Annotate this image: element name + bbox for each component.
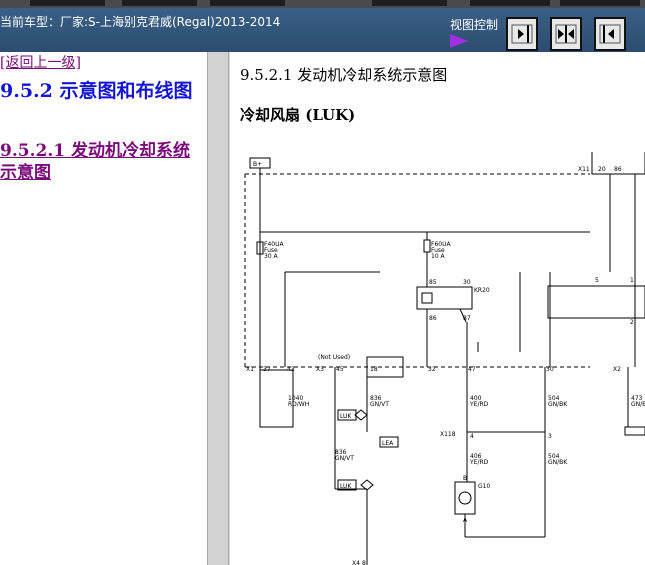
wire-473-end <box>624 426 645 436</box>
label-conn-x1: X1 <box>246 366 254 373</box>
label-wire-400-color: YE/RD <box>469 401 489 408</box>
fuse-f60ua <box>423 239 431 253</box>
relay-coil <box>421 292 433 304</box>
label-motor-a: A <box>463 517 468 524</box>
label-luk1: LUK <box>340 413 352 420</box>
content-subsection-title: 冷却风扇 (LUK) <box>240 106 356 124</box>
label-pin-86: 86 <box>614 166 622 173</box>
label-motor-b: B <box>463 475 467 482</box>
label-relay: KR20 <box>474 287 490 294</box>
label-relay-30: 30 <box>463 279 471 286</box>
relay-box <box>416 286 473 310</box>
motor-box <box>454 481 476 515</box>
content-section-title: 9.5.2.1 发动机冷却系统示意图 <box>240 66 448 84</box>
view-control-label: 视图控制 <box>450 18 499 32</box>
label-pin-30: 30 <box>546 366 554 373</box>
label-relay-85: 85 <box>429 279 437 286</box>
module-boundary <box>244 173 590 368</box>
content-pane: 9.5.2.1 发动机冷却系统示意图 冷却风扇 (LUK) B+ F40UA F… <box>230 52 645 565</box>
label-wire-406-color: YE/RD <box>469 459 489 466</box>
toolbar-segment <box>372 0 447 6</box>
subsection-link[interactable]: 9.5.2.1 发动机冷却系统示意图 <box>0 140 205 184</box>
toolbar-segment <box>30 0 105 6</box>
label-conn-x4: X4 <box>352 560 360 565</box>
toolbar-segment <box>560 0 640 6</box>
label-not-used: (Not Used) <box>318 354 350 361</box>
view-arrow-icon[interactable] <box>450 34 468 48</box>
view-right-button[interactable] <box>506 17 538 51</box>
view-split-icon <box>555 24 577 44</box>
toolbar-segment <box>470 0 550 6</box>
wiring-diagram: B+ F40UA Fuse 30 A F60UA Fuse 10 A KR20 … <box>244 152 645 565</box>
label-conn-x118: X118 <box>440 431 456 438</box>
view-left-icon <box>599 24 621 44</box>
label-fuse2-rating: 10 A <box>431 253 446 260</box>
label-pin-8: 8 <box>362 560 366 565</box>
relay-right-box <box>547 285 645 319</box>
label-pin-43: 43 <box>287 366 295 373</box>
top-strip <box>0 0 645 8</box>
label-motor-id: G10 <box>478 483 490 490</box>
label-pin-47: 47 <box>468 366 476 373</box>
label-pin-4: 4 <box>470 433 474 440</box>
view-right-icon <box>511 24 533 44</box>
toolbar-segment <box>122 0 197 6</box>
label-conn-x11: X11 <box>578 166 590 173</box>
label-pin-37: 37 <box>263 366 271 373</box>
label-pin-5: 5 <box>595 277 599 284</box>
label-pin-1: 1 <box>630 277 634 284</box>
label-pin-2: 2 <box>630 319 634 326</box>
label-fuse1-rating: 30 A <box>264 253 279 260</box>
label-conn-x2: X2 <box>613 366 621 373</box>
luk1-diamond <box>354 409 368 421</box>
label-wire-1040-color: RD/WH <box>288 401 309 408</box>
back-link[interactable]: [返回上一级] <box>0 52 81 72</box>
motor-icon <box>458 491 472 505</box>
section-heading: 9.5.2 示意图和布线图 <box>0 80 193 102</box>
label-pin-32: 32 <box>428 366 436 373</box>
label-battery: B+ <box>253 161 262 168</box>
vertical-scrollbar[interactable] <box>207 52 229 565</box>
label-wire-473-color: GN/BK <box>631 401 645 408</box>
label-pin-20: 20 <box>598 166 606 173</box>
view-split-button[interactable] <box>550 17 582 51</box>
label-pin-45: 45 <box>336 366 344 373</box>
label-relay-87: 87 <box>463 315 471 322</box>
label-wire-504a-color: GN/BK <box>548 401 568 408</box>
label-luk2: LUK <box>340 483 352 490</box>
label-lea: LEA <box>382 440 394 447</box>
label-wire-836a-color: GN/VT <box>370 401 389 408</box>
label-wire-836b-color: GN/VT <box>335 455 354 462</box>
nav-pane: [返回上一级] 9.5.2 示意图和布线图 9.5.2.1 发动机冷却系统示意图 <box>0 52 207 565</box>
label-wire-504b-color: GN/BK <box>548 459 568 466</box>
label-relay-86: 86 <box>429 315 437 322</box>
title-bar: 当前车型：厂家:S-上海别克君威(Regal)2013-2014 视图控制 <box>0 8 645 52</box>
label-conn-x3: X3 <box>316 366 324 373</box>
label-pin-3: 3 <box>548 433 552 440</box>
view-left-button[interactable] <box>594 17 626 51</box>
vehicle-title: 当前车型：厂家:S-上海别克君威(Regal)2013-2014 <box>0 15 281 29</box>
label-pin-18: 18 <box>370 366 378 373</box>
toolbar-segment <box>210 0 285 6</box>
